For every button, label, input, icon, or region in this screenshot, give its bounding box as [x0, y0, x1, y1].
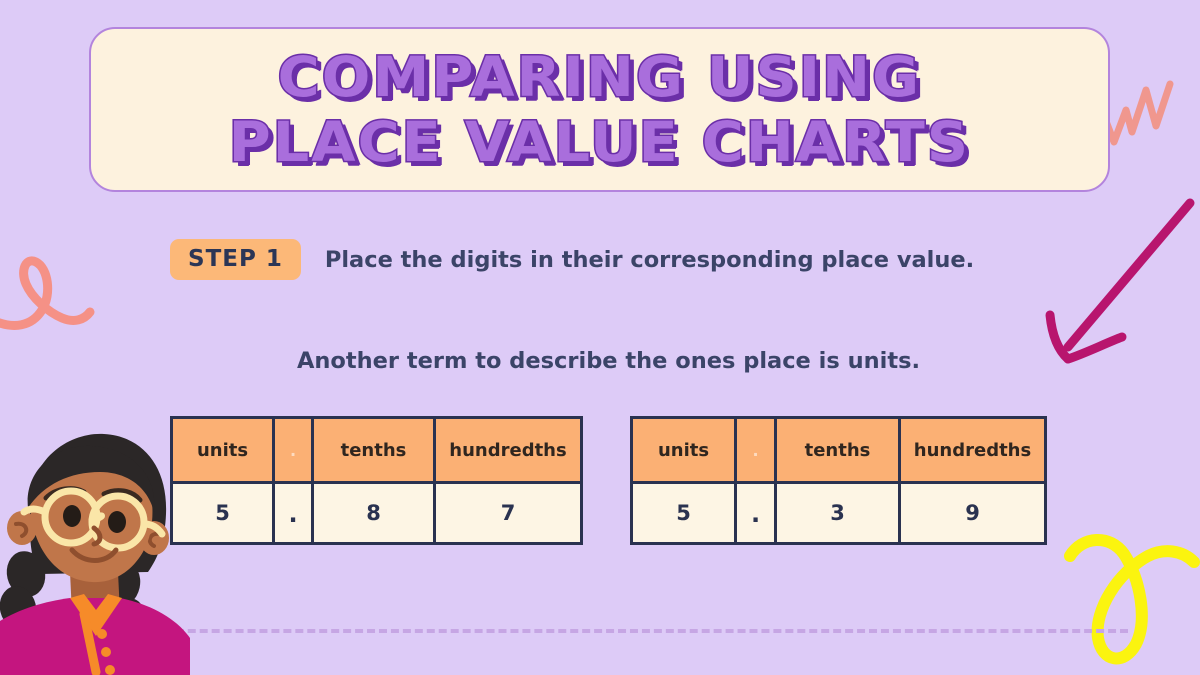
- value-units: 5: [633, 484, 734, 542]
- title-card: Comparing Using Place Value Charts: [89, 27, 1110, 192]
- step-instruction: Place the digits in their corresponding …: [324, 246, 975, 273]
- step-row: Step 1 Place the digits in their corresp…: [170, 239, 974, 280]
- column-tenths: tenths 3: [777, 419, 901, 542]
- header-tenths: tenths: [777, 419, 898, 484]
- value-decimal-point: .: [275, 484, 311, 542]
- header-units: units: [633, 419, 734, 484]
- header-hundredths: hundredths: [436, 419, 580, 484]
- column-units: units 5: [173, 419, 275, 542]
- column-hundredths: hundredths 7: [436, 419, 580, 542]
- column-tenths: tenths 8: [314, 419, 436, 542]
- girl-with-glasses-illustration: [0, 433, 190, 675]
- value-tenths: 8: [314, 484, 433, 542]
- step-badge: Step 1: [170, 239, 301, 280]
- header-decimal-point: .: [737, 419, 774, 484]
- page-title: Comparing Using Place Value Charts: [227, 43, 971, 175]
- header-hundredths: hundredths: [901, 419, 1044, 484]
- coral-cursive-loop-doodle: [0, 256, 95, 330]
- right-place-value-chart: units 5 . . tenths 3 hundredths 9: [630, 416, 1047, 545]
- header-tenths: tenths: [314, 419, 433, 484]
- header-units: units: [173, 419, 272, 484]
- subtitle-text: Another term to describe the ones place …: [297, 348, 921, 374]
- value-decimal-point: .: [737, 484, 774, 542]
- column-decimal-point: . .: [275, 419, 314, 542]
- value-tenths: 3: [777, 484, 898, 542]
- column-units: units 5: [633, 419, 737, 542]
- yellow-loop-doodle: [1064, 534, 1200, 665]
- value-hundredths: 7: [436, 484, 580, 542]
- value-units: 5: [173, 484, 272, 542]
- page-title-line-1: Comparing Using: [276, 43, 922, 110]
- slide-canvas: Comparing Using Place Value Charts Step …: [0, 0, 1200, 675]
- page-title-line-2: Place Value Charts: [227, 108, 971, 175]
- magenta-arrow-doodle: [1045, 198, 1195, 364]
- column-hundredths: hundredths 9: [901, 419, 1044, 542]
- value-hundredths: 9: [901, 484, 1044, 542]
- left-place-value-chart: units 5 . . tenths 8 hundredths 7: [170, 416, 583, 545]
- header-decimal-point: .: [275, 419, 311, 484]
- column-decimal-point: . .: [737, 419, 777, 542]
- dashed-divider: [128, 629, 1128, 633]
